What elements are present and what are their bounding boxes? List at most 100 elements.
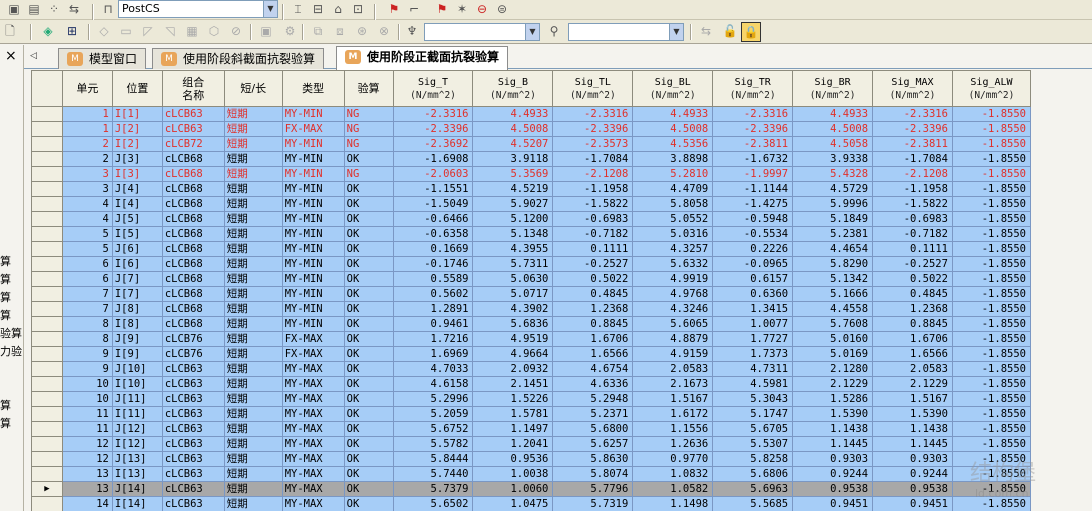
cell-sig-tl[interactable]: 0.4845 xyxy=(552,286,634,302)
cell-sig-br[interactable]: 1.5286 xyxy=(792,391,874,407)
cell-sig-bl[interactable]: 3.8898 xyxy=(632,151,714,167)
cell-sig-max[interactable]: -2.1208 xyxy=(872,166,953,182)
cell-sig-br[interactable]: 0.9538 xyxy=(792,481,874,497)
toolbar-icon-21[interactable]: ▦ xyxy=(184,23,200,39)
left-panel-item[interactable]: 算 xyxy=(0,397,11,413)
table-row[interactable]: 12 J[13] cLCB63 短期 MY-MAX OK 5.8444 0.9536 5.863… xyxy=(31,451,1031,467)
row-header[interactable] xyxy=(31,421,63,437)
cell-pos[interactable]: J[4] xyxy=(111,181,163,197)
toolbar-icon-16[interactable]: ⊞ xyxy=(64,23,80,39)
cell-sig-max[interactable]: 0.4845 xyxy=(872,286,953,302)
toolbar-icon-15[interactable]: ◈ xyxy=(40,23,56,39)
cell-sig-alw[interactable]: -1.8550 xyxy=(951,256,1031,272)
cell-sig-br[interactable]: 0.9244 xyxy=(792,466,874,482)
cell-sig-max[interactable]: 0.9538 xyxy=(872,481,953,497)
cell-sig-tr[interactable]: -0.5948 xyxy=(712,211,794,227)
cell-elem[interactable]: 1 xyxy=(61,106,113,122)
cell-sig-tr[interactable]: 5.8258 xyxy=(712,451,794,467)
cell-sig-tl[interactable]: 0.8845 xyxy=(552,316,634,332)
cell-sig-tl[interactable]: -2.3396 xyxy=(552,121,634,137)
cell-sig-alw[interactable]: -1.8550 xyxy=(951,121,1031,137)
cell-sig-b[interactable]: 4.3955 xyxy=(472,241,554,257)
lock-icon[interactable]: 🔒 xyxy=(741,22,761,42)
cell-sig-tl[interactable]: 5.7319 xyxy=(552,496,634,511)
cell-pos[interactable]: J[12] xyxy=(111,421,163,437)
cell-pos[interactable]: J[8] xyxy=(111,301,163,317)
cell-elem[interactable]: 11 xyxy=(61,421,113,437)
cell-check[interactable]: OK xyxy=(343,481,394,497)
row-header[interactable] xyxy=(31,166,63,182)
header-sig-alw[interactable]: Sig_ALW (N/mm^2) xyxy=(951,70,1031,107)
cell-type[interactable]: MY-MAX xyxy=(281,421,345,437)
row-header[interactable] xyxy=(31,181,63,197)
cell-sig-tl[interactable]: -2.1208 xyxy=(552,166,634,182)
cell-type[interactable]: MY-MIN xyxy=(281,136,345,152)
cell-sig-b[interactable]: 1.5781 xyxy=(472,406,554,422)
cell-sig-alw[interactable]: -1.8550 xyxy=(951,436,1031,452)
cell-sig-max[interactable]: -0.6983 xyxy=(872,211,953,227)
cell-elem[interactable]: 13 xyxy=(61,466,113,482)
cell-sig-b[interactable]: 5.6836 xyxy=(472,316,554,332)
header-unit[interactable]: 单元 xyxy=(61,70,113,107)
cell-sig-bl[interactable]: 1.2636 xyxy=(632,436,714,452)
table-row[interactable]: 13 I[13] cLCB63 短期 MY-MAX OK 5.7440 1.0038 5.807… xyxy=(31,466,1031,482)
cell-sig-t[interactable]: 4.6158 xyxy=(392,376,474,392)
cell-check[interactable]: OK xyxy=(343,256,394,272)
cell-combo[interactable]: cLCB68 xyxy=(161,316,225,332)
toolbar-icon-28[interactable]: ⊛ xyxy=(354,23,370,39)
cell-sig-b[interactable]: 4.5008 xyxy=(472,121,554,137)
cell-pos[interactable]: I[3] xyxy=(111,166,163,182)
cell-type[interactable]: MY-MAX xyxy=(281,451,345,467)
cell-sig-bl[interactable]: 2.1673 xyxy=(632,376,714,392)
cell-check[interactable]: OK xyxy=(343,316,394,332)
toolbar-icon-18[interactable]: ▭ xyxy=(118,23,134,39)
cell-sig-b[interactable]: 4.4933 xyxy=(472,106,554,122)
cell-sig-t[interactable]: 5.5782 xyxy=(392,436,474,452)
cell-sig-br[interactable]: 1.1438 xyxy=(792,421,874,437)
cell-sig-b[interactable]: 1.1497 xyxy=(472,421,554,437)
cell-term[interactable]: 短期 xyxy=(223,241,283,257)
cell-sig-alw[interactable]: -1.8550 xyxy=(951,241,1031,257)
cell-combo[interactable]: cLCB68 xyxy=(161,196,225,212)
cell-elem[interactable]: 12 xyxy=(61,451,113,467)
table-row[interactable]: 8 J[9] cLCB76 短期 FX-MAX OK 1.7216 4.9519 1.6706 4… xyxy=(31,331,1031,347)
cell-sig-bl[interactable]: 4.5356 xyxy=(632,136,714,152)
cell-sig-bl[interactable]: 4.3246 xyxy=(632,301,714,317)
cell-elem[interactable]: 6 xyxy=(61,271,113,287)
toolbar-icon-14[interactable]: ⊜ xyxy=(494,1,510,17)
cell-check[interactable]: OK xyxy=(343,346,394,362)
table-row[interactable]: 11 I[11] cLCB63 短期 MY-MAX OK 5.2059 1.5781 5.237… xyxy=(31,406,1031,422)
cell-type[interactable]: MY-MIN xyxy=(281,106,345,122)
header-sig-t[interactable]: Sig_T (N/mm^2) xyxy=(392,70,474,107)
cell-sig-bl[interactable]: 5.0552 xyxy=(632,211,714,227)
cell-sig-br[interactable]: 4.4558 xyxy=(792,301,874,317)
cell-pos[interactable]: J[7] xyxy=(111,271,163,287)
cell-sig-tl[interactable]: 5.6800 xyxy=(552,421,634,437)
cell-type[interactable]: MY-MIN xyxy=(281,301,345,317)
cell-term[interactable]: 短期 xyxy=(223,256,283,272)
cell-elem[interactable]: 5 xyxy=(61,226,113,242)
cell-term[interactable]: 短期 xyxy=(223,451,283,467)
cell-sig-t[interactable]: -2.3316 xyxy=(392,106,474,122)
cell-sig-tr[interactable]: -0.5534 xyxy=(712,226,794,242)
cell-sig-bl[interactable]: 1.0582 xyxy=(632,481,714,497)
cell-term[interactable]: 短期 xyxy=(223,196,283,212)
cell-sig-bl[interactable]: 4.8879 xyxy=(632,331,714,347)
row-header[interactable] xyxy=(31,271,63,287)
table-row[interactable]: 3 J[4] cLCB68 短期 MY-MIN OK -1.1551 4.5219 -1.195… xyxy=(31,181,1031,197)
cell-sig-tr[interactable]: -1.6732 xyxy=(712,151,794,167)
cell-combo[interactable]: cLCB63 xyxy=(161,481,225,497)
cell-sig-b[interactable]: 5.1348 xyxy=(472,226,554,242)
cell-sig-max[interactable]: 0.5022 xyxy=(872,271,953,287)
cell-sig-bl[interactable]: 1.1498 xyxy=(632,496,714,511)
cell-type[interactable]: MY-MAX xyxy=(281,376,345,392)
cell-type[interactable]: MY-MIN xyxy=(281,226,345,242)
cell-combo[interactable]: cLCB63 xyxy=(161,466,225,482)
row-header[interactable] xyxy=(31,391,63,407)
toolbar-icon-23[interactable]: ⊘ xyxy=(228,23,244,39)
cell-sig-alw[interactable]: -1.8550 xyxy=(951,271,1031,287)
cell-term[interactable]: 短期 xyxy=(223,136,283,152)
cell-term[interactable]: 短期 xyxy=(223,331,283,347)
tab-normal-section-crack[interactable]: M 使用阶段正截面抗裂验算 xyxy=(336,46,509,70)
cell-pos[interactable]: I[4] xyxy=(111,196,163,212)
